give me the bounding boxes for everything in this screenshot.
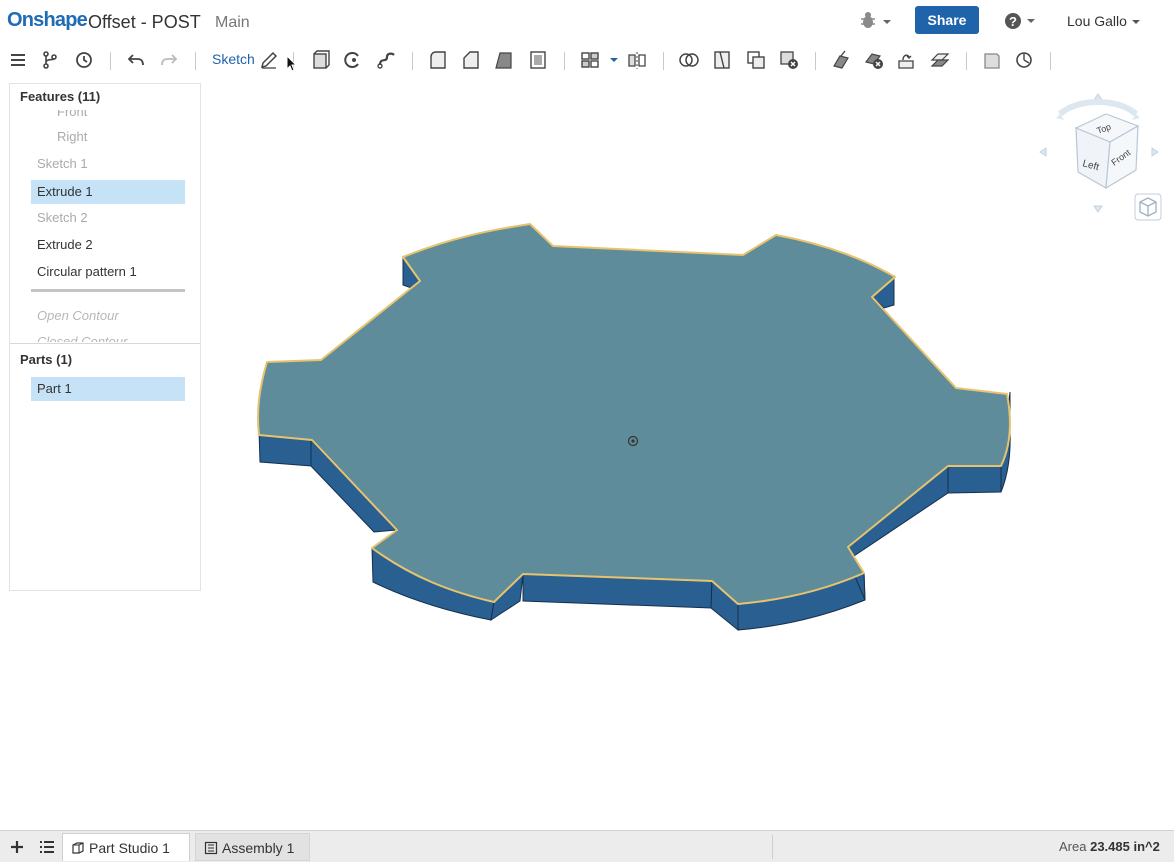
mouse-cursor-icon — [286, 55, 298, 72]
chevron-down-icon — [1131, 20, 1140, 25]
view-options-button[interactable] — [1134, 193, 1162, 221]
cube-view-icon — [1134, 193, 1162, 221]
toolbar-separator — [110, 52, 111, 70]
toolbar-separator — [815, 52, 816, 70]
list-icon — [40, 841, 54, 853]
part-top-face[interactable] — [256, 223, 1011, 605]
help-menu-button[interactable]: ? — [1003, 11, 1039, 31]
onshape-logo[interactable]: Onshape — [7, 9, 88, 32]
status-value: 23.485 in^2 — [1090, 839, 1160, 854]
offset-surface-icon[interactable] — [928, 48, 952, 72]
toolbar-separator — [966, 52, 967, 70]
measurement-status: Area 23.485 in^2 — [1059, 839, 1160, 854]
feature-item-circular-pattern-1[interactable]: Circular pattern 1 — [31, 260, 185, 284]
feature-list-scroll-clip: Closed Contour — [10, 330, 200, 342]
pattern-icon[interactable] — [578, 48, 602, 72]
tab-part-studio-1[interactable]: Part Studio 1 — [62, 833, 190, 861]
sweep-icon[interactable] — [375, 48, 399, 72]
part-item-part-1[interactable]: Part 1 — [31, 377, 185, 401]
feature-item-extrude-1[interactable]: Extrude 1 — [31, 180, 185, 204]
svg-text:?: ? — [1009, 14, 1017, 29]
onshape-app: Onshape Offset - POST Main Share ? Lou G… — [0, 0, 1174, 862]
help-icon: ? — [1005, 13, 1035, 29]
tab-label: Part Studio 1 — [89, 840, 170, 856]
extrude-icon[interactable] — [309, 48, 333, 72]
rollback-bar[interactable] — [31, 289, 185, 292]
toolbar-separator — [663, 52, 664, 70]
plus-icon — [11, 841, 23, 853]
revolve-icon[interactable] — [341, 48, 365, 72]
status-label: Area — [1059, 839, 1087, 854]
feature-item-front-plane[interactable]: Front — [51, 110, 200, 124]
move-face-icon[interactable] — [829, 48, 853, 72]
undo-icon[interactable] — [124, 48, 148, 72]
mirror-icon[interactable] — [625, 48, 649, 72]
feature-item-sketch-2[interactable]: Sketch 2 — [31, 206, 185, 230]
feature-item-open-contour[interactable]: Open Contour — [31, 304, 185, 328]
shell-icon[interactable] — [526, 48, 550, 72]
redo-icon[interactable] — [157, 48, 181, 72]
panel-divider — [10, 343, 200, 344]
part-studio-icon — [72, 842, 84, 854]
feature-item-closed-contour[interactable]: Closed Contour — [31, 330, 185, 342]
version-graph-icon[interactable] — [38, 48, 62, 72]
sketch-pencil-icon[interactable] — [257, 48, 281, 72]
boolean-icon[interactable] — [677, 48, 701, 72]
feature-list-panel: Features (11) Front Right Sketch 1 Extru… — [9, 83, 201, 591]
toolbar-separator — [412, 52, 413, 70]
replace-face-icon[interactable] — [895, 48, 919, 72]
toolbar-separator — [195, 52, 196, 70]
feature-item-sketch-1[interactable]: Sketch 1 — [31, 152, 185, 176]
draft-icon[interactable] — [492, 48, 516, 72]
tab-assembly-1[interactable]: Assembly 1 — [195, 833, 310, 861]
feature-item-extrude-2[interactable]: Extrude 2 — [31, 233, 185, 257]
share-button[interactable]: Share — [915, 6, 979, 34]
chamfer-icon[interactable] — [459, 48, 483, 72]
bug-icon — [861, 12, 891, 28]
split-icon[interactable] — [710, 48, 734, 72]
features-header[interactable]: Features (11) — [20, 89, 100, 104]
insert-tab-button[interactable] — [8, 838, 26, 856]
fillet-icon[interactable] — [426, 48, 450, 72]
tab-manager-button[interactable] — [38, 838, 56, 856]
bottom-tab-bar: Part Studio 1 Assembly 1 Area 23.485 in^… — [0, 830, 1174, 862]
assembly-icon — [204, 841, 218, 855]
user-name: Lou Gallo — [1067, 13, 1127, 29]
workspace-branch[interactable]: Main — [215, 14, 250, 32]
toolbar-separator — [564, 52, 565, 70]
tab-label: Assembly 1 — [222, 840, 295, 856]
document-title[interactable]: Offset - POST — [88, 12, 201, 33]
chevron-down-icon[interactable] — [602, 48, 618, 72]
history-icon[interactable] — [72, 48, 96, 72]
toolbar-separator — [1050, 52, 1051, 70]
delete-face-icon[interactable] — [862, 48, 886, 72]
bug-report-button[interactable] — [858, 11, 894, 31]
sketch-button[interactable]: Sketch — [212, 51, 255, 67]
transform-icon[interactable] — [744, 48, 768, 72]
parts-header[interactable]: Parts (1) — [20, 352, 72, 367]
feature-toolbar — [0, 42, 1174, 78]
top-header: Onshape Offset - POST Main Share ? Lou G… — [0, 0, 1174, 42]
status-separator — [772, 835, 773, 859]
feature-item-right-plane[interactable]: Right — [51, 125, 205, 149]
menu-icon[interactable] — [6, 48, 30, 72]
plane-icon[interactable] — [980, 48, 1004, 72]
user-menu[interactable]: Lou Gallo — [1067, 13, 1140, 29]
graphics-viewport[interactable] — [200, 80, 1174, 830]
helix-icon[interactable] — [1012, 48, 1036, 72]
delete-part-icon[interactable] — [777, 48, 801, 72]
